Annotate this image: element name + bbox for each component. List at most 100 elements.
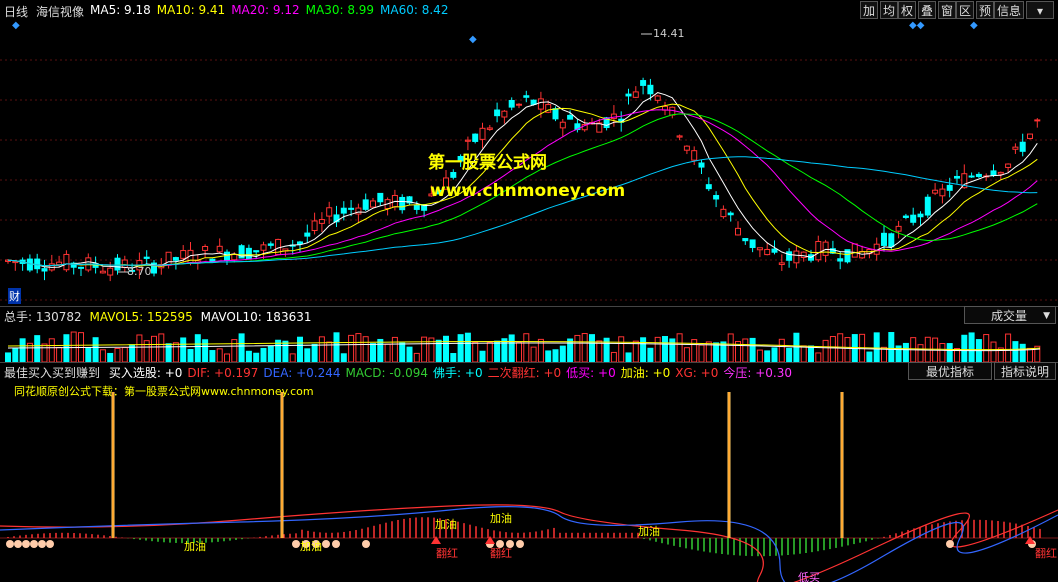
candle-body — [523, 95, 530, 98]
finance-marker[interactable]: 财 — [8, 288, 21, 304]
volume-bar — [362, 336, 369, 362]
volume-bar — [632, 340, 639, 362]
volume-bar — [669, 338, 676, 362]
volume-bar — [596, 340, 603, 362]
candle-body — [676, 135, 683, 138]
toolbar-button[interactable]: 预 — [976, 1, 994, 19]
toolbar-button[interactable]: 权 — [898, 1, 916, 19]
volume-bar — [202, 339, 209, 362]
volume-legend: 总手: 130782 MAVOL5: 152595 MAVOL10: 18363… — [4, 308, 311, 325]
candle-body — [632, 91, 639, 98]
candle-body — [997, 171, 1004, 175]
volume-indicator-dropdown[interactable]: 成交量 ▼ — [964, 306, 1056, 324]
toolbar-button[interactable]: 叠 — [918, 1, 936, 19]
volume-chart[interactable] — [0, 324, 1058, 362]
volume-bar — [267, 345, 274, 362]
volume-bar — [34, 335, 41, 362]
mavol10-label: MAVOL10: — [200, 310, 262, 324]
buddha-hand-marker — [6, 540, 14, 548]
indicator-field: 二次翻红: +0 — [487, 366, 562, 380]
indicator-chart[interactable]: 加油 加油加油 加油加油翻红 翻红 翻红低买 — [0, 380, 1058, 582]
candle-body — [691, 150, 698, 161]
volume-bar — [844, 337, 851, 362]
candle-body — [902, 215, 909, 218]
volume-bar — [545, 350, 552, 362]
volume-bar — [552, 349, 559, 362]
volume-bar — [231, 339, 238, 362]
volume-bar — [187, 348, 194, 362]
candle-body — [975, 173, 982, 177]
volume-bar — [800, 345, 807, 362]
indicator-fields: 买入选股: +0 DIF: +0.197 DEA: +0.244 MACD: -0.0… — [104, 366, 792, 380]
indicator-explain-button[interactable]: 指标说明 — [994, 362, 1056, 380]
volume-bar — [143, 340, 150, 362]
toolbar-button[interactable]: 窗 — [938, 1, 956, 19]
best-indicator-button[interactable]: 最优指标 — [908, 362, 992, 380]
volume-bar — [1027, 347, 1033, 362]
total-value: 130782 — [35, 310, 82, 324]
candle-body — [216, 245, 223, 253]
volume-bar — [340, 353, 347, 362]
volume-bar — [683, 347, 690, 362]
candle-body — [968, 175, 975, 178]
volume-bar — [421, 336, 428, 362]
toolbar-button[interactable]: 加 — [860, 1, 878, 19]
candle-body — [304, 232, 311, 237]
volume-bar — [494, 340, 501, 362]
candle-body — [1027, 133, 1033, 139]
buddha-hand-marker — [38, 540, 46, 548]
volume-bar — [698, 344, 705, 362]
candle-body — [917, 213, 924, 218]
volume-bar — [902, 342, 909, 362]
divider — [0, 362, 1058, 363]
buddha-hand-marker — [30, 540, 38, 548]
volume-bar — [318, 336, 325, 362]
candle-body — [786, 251, 793, 261]
candle-body — [910, 214, 917, 223]
buddha-hand-marker — [46, 540, 54, 548]
indicator-field: 今压: +0.30 — [723, 366, 792, 380]
candle-body — [413, 204, 420, 210]
candle-body — [355, 207, 362, 215]
dropdown-icon[interactable]: ▾ — [1026, 1, 1054, 19]
candle-body — [318, 219, 325, 224]
ma-item: MA30: 8.99 — [305, 3, 375, 17]
candle-body — [683, 145, 690, 151]
toolbar-button[interactable]: 区 — [956, 1, 974, 19]
volume-bar — [479, 350, 486, 362]
annotation-label: 加油 — [638, 524, 660, 538]
candle-body — [253, 250, 260, 253]
toolbar-button[interactable]: 均 — [880, 1, 898, 19]
buddha-hand-marker — [22, 540, 30, 548]
volume-bar — [92, 337, 99, 362]
volume-bar — [464, 332, 471, 362]
volume-bar — [589, 334, 595, 362]
high-price-label: 14.41 — [653, 27, 685, 40]
volume-bar — [63, 334, 70, 362]
candle-body — [698, 162, 705, 168]
volume-bar — [990, 341, 997, 362]
candle-body — [778, 262, 785, 265]
volume-bar — [114, 347, 121, 362]
candle-body — [63, 253, 70, 271]
volume-bar — [370, 343, 376, 362]
toolbar-button[interactable]: 信息 — [994, 1, 1024, 19]
volume-bar — [399, 342, 406, 362]
volume-bar — [245, 350, 252, 362]
period-label[interactable]: 日线 — [4, 3, 28, 20]
volume-bar — [253, 352, 260, 362]
annotation-label: 加油 — [435, 517, 457, 531]
volume-bar — [983, 334, 990, 362]
volume-bar — [742, 338, 749, 362]
candle-body — [340, 207, 347, 214]
volume-bar — [180, 337, 187, 362]
candle-body — [720, 208, 727, 218]
candle-body — [815, 241, 822, 261]
candle-body — [450, 171, 457, 178]
volume-bar — [391, 336, 398, 362]
indicator-name[interactable]: 最佳买入买到赚到 — [4, 366, 100, 380]
volume-bar — [662, 336, 668, 362]
volume-bar — [216, 348, 223, 362]
candle-body — [625, 93, 632, 97]
buddha-hand-marker — [292, 540, 300, 548]
